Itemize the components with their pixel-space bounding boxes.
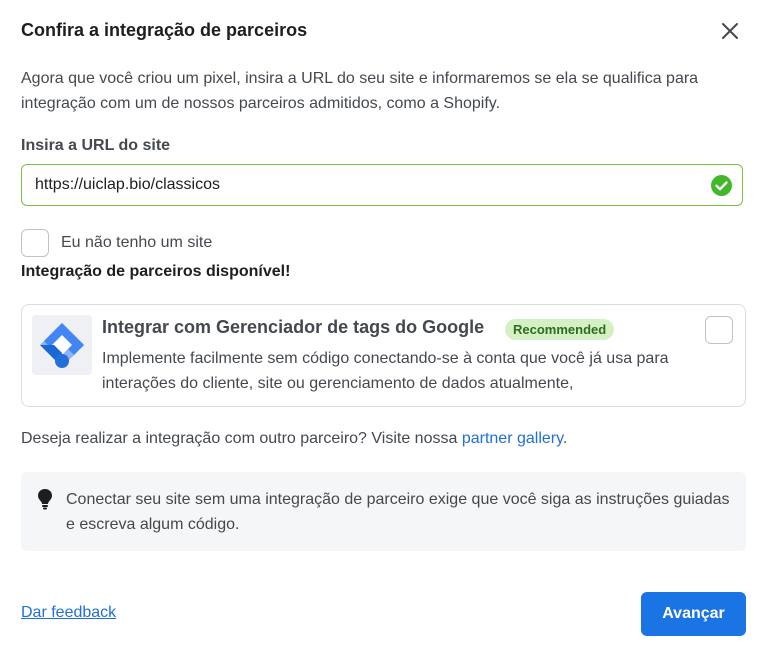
feedback-link[interactable]: Dar feedback — [21, 604, 116, 622]
url-field-label: Insira a URL do site — [21, 137, 171, 154]
no-site-checkbox[interactable] — [21, 229, 49, 257]
check-circle-icon — [711, 175, 732, 196]
partners-heading: Integração de parceiros disponível! — [21, 263, 291, 280]
partner-card-checkbox[interactable] — [705, 316, 733, 344]
dialog-intro: Agora que você criou um pixel, insira a … — [21, 70, 699, 112]
close-icon[interactable] — [716, 17, 744, 45]
dialog-title: Confira a integração de parceiros — [21, 20, 308, 40]
partner-card-description: Implemente facilmente sem código conecta… — [102, 350, 669, 392]
google-tag-manager-logo — [32, 315, 92, 375]
url-input[interactable] — [35, 165, 685, 205]
recommended-badge: Recommended — [505, 319, 615, 340]
other-partner-suffix: . — [562, 430, 568, 447]
info-box: Conectar seu site sem uma integração de … — [21, 472, 746, 551]
lightbulb-icon — [37, 488, 53, 510]
next-button[interactable]: Avançar — [641, 592, 746, 636]
partner-card-title: Integrar com Gerenciador de tags do Goog… — [102, 317, 485, 337]
url-field — [21, 164, 743, 206]
partner-card-gtm[interactable]: Integrar com Gerenciador de tags do Goog… — [21, 304, 746, 407]
no-site-label[interactable]: Eu não tenho um site — [61, 234, 212, 252]
info-text: Conectar seu site sem uma integração de … — [66, 491, 730, 533]
partner-gallery-link[interactable]: partner gallery — [462, 430, 563, 447]
partner-integration-dialog: Confira a integração de parceiros Agora … — [0, 0, 760, 648]
other-partner-prefix: Deseja realizar a integração com outro p… — [21, 430, 462, 447]
other-partner-text: Deseja realizar a integração com outro p… — [21, 430, 567, 448]
